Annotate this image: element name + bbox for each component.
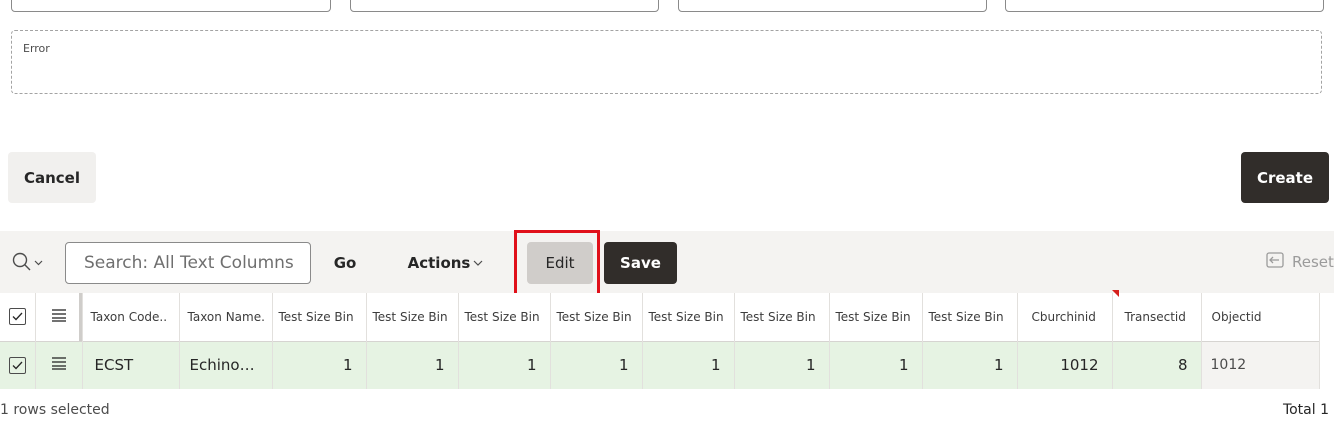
- actions-label: Actions: [407, 254, 471, 272]
- save-button[interactable]: Save: [604, 242, 677, 284]
- cell-test-size-bin-1[interactable]: 1: [272, 341, 367, 389]
- checkbox-checked-icon: [8, 357, 26, 375]
- column-header-test-size-bin-2[interactable]: Test Size Bin: [366, 293, 459, 341]
- cell-cburchinid[interactable]: 1012: [1017, 341, 1113, 389]
- create-button[interactable]: Create: [1241, 152, 1329, 203]
- form-field-3[interactable]: [678, 0, 987, 12]
- cell-test-size-bin-3[interactable]: 1: [458, 341, 551, 389]
- interactive-grid: Taxon Code.. Taxon Name. Test Size Bin T…: [0, 293, 1320, 389]
- column-header-taxon-code[interactable]: Taxon Code..: [82, 293, 180, 341]
- chevron-down-icon: [472, 254, 484, 272]
- reset-label: Reset: [1292, 253, 1334, 271]
- changed-indicator-icon: [1112, 290, 1119, 297]
- checkbox-checked-icon: [8, 308, 26, 326]
- column-header-taxon-name[interactable]: Taxon Name.: [179, 293, 273, 341]
- cell-test-size-bin-7[interactable]: 1: [829, 341, 923, 389]
- cell-test-size-bin-8[interactable]: 1: [922, 341, 1018, 389]
- column-header-test-size-bin-8[interactable]: Test Size Bin: [922, 293, 1018, 341]
- row-select-checkbox[interactable]: [0, 341, 36, 389]
- search-placeholder: Search: All Text Columns: [84, 253, 294, 273]
- cell-test-size-bin-6[interactable]: 1: [734, 341, 830, 389]
- column-header-test-size-bin-7[interactable]: Test Size Bin: [829, 293, 923, 341]
- cancel-button[interactable]: Cancel: [8, 152, 96, 203]
- reset-button[interactable]: Reset: [1266, 252, 1334, 272]
- search-input[interactable]: Search: All Text Columns: [65, 242, 311, 284]
- row-actions-header: [35, 293, 83, 341]
- actions-menu-button[interactable]: Actions: [396, 242, 496, 284]
- row-actions-menu[interactable]: [35, 341, 83, 389]
- search-icon[interactable]: [12, 252, 48, 278]
- edit-highlight-box: [514, 230, 600, 298]
- reset-icon: [1266, 252, 1284, 272]
- hamburger-icon: [51, 309, 67, 325]
- cell-taxon-name[interactable]: Echino…: [179, 341, 273, 389]
- select-all-checkbox[interactable]: [0, 293, 36, 341]
- grid-header-row: Taxon Code.. Taxon Name. Test Size Bin T…: [0, 293, 1320, 341]
- column-header-test-size-bin-1[interactable]: Test Size Bin: [272, 293, 367, 341]
- form-field-4[interactable]: [1005, 0, 1324, 12]
- error-label: Error: [23, 42, 50, 55]
- error-field[interactable]: Error: [11, 30, 1322, 94]
- selection-status: 1 rows selected: [0, 402, 110, 418]
- form-field-2[interactable]: [350, 0, 659, 12]
- hamburger-icon: [51, 356, 67, 374]
- column-header-objectid[interactable]: Objectid: [1201, 293, 1320, 341]
- frozen-column-divider[interactable]: [79, 293, 82, 341]
- cell-test-size-bin-5[interactable]: 1: [642, 341, 735, 389]
- cell-transectid[interactable]: 8: [1112, 341, 1202, 389]
- form-field-1[interactable]: [11, 0, 331, 12]
- cell-test-size-bin-2[interactable]: 1: [366, 341, 459, 389]
- column-header-test-size-bin-6[interactable]: Test Size Bin: [734, 293, 830, 341]
- table-row[interactable]: ECST Echino… 1 1 1 1 1 1 1 1 1012 8 1012: [0, 341, 1320, 389]
- column-header-transectid[interactable]: Transectid: [1112, 293, 1202, 341]
- column-header-cburchinid[interactable]: Cburchinid: [1017, 293, 1113, 341]
- column-header-test-size-bin-3[interactable]: Test Size Bin: [458, 293, 551, 341]
- column-header-test-size-bin-4[interactable]: Test Size Bin: [550, 293, 643, 341]
- column-header-test-size-bin-5[interactable]: Test Size Bin: [642, 293, 735, 341]
- cell-test-size-bin-4[interactable]: 1: [550, 341, 643, 389]
- cell-objectid: 1012: [1201, 341, 1320, 389]
- cell-taxon-code[interactable]: ECST: [82, 341, 180, 389]
- total-count: Total 1: [1282, 402, 1329, 418]
- go-button[interactable]: Go: [320, 242, 370, 284]
